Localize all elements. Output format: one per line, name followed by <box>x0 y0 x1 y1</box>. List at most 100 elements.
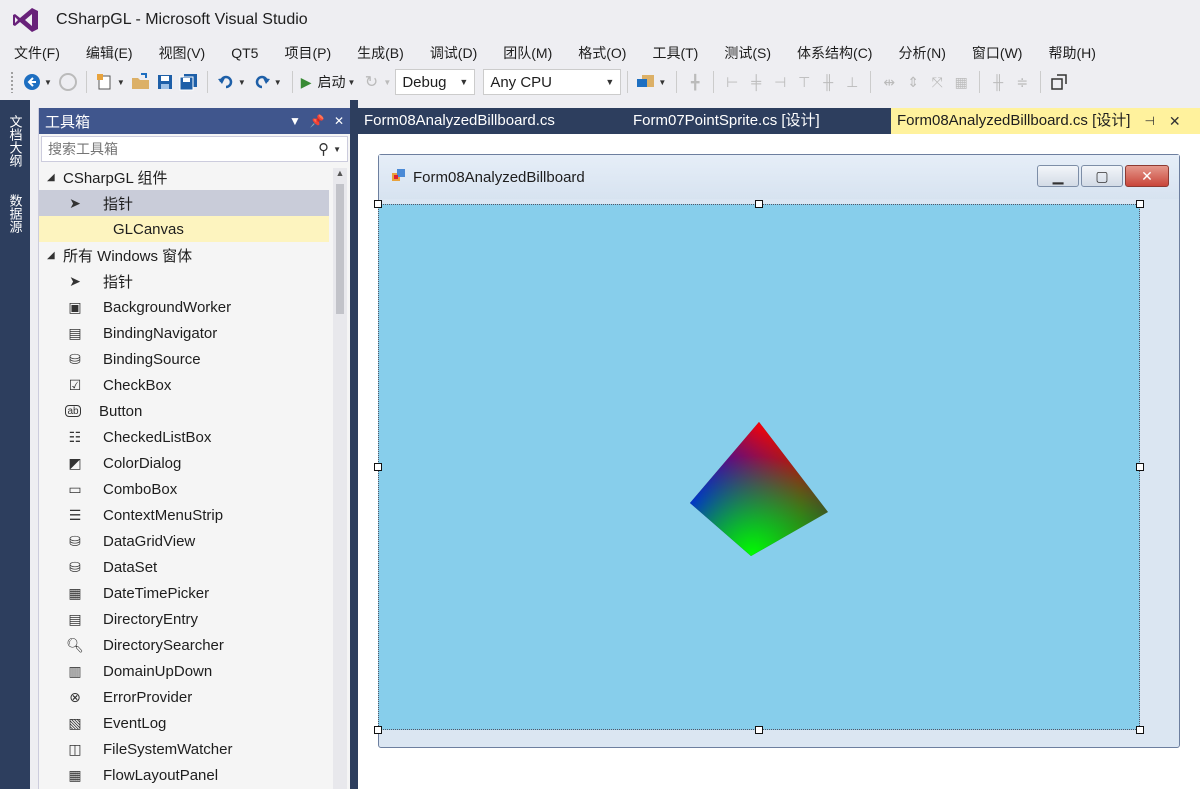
resize-handle[interactable] <box>374 726 382 734</box>
search-icon[interactable]: ⚲ <box>318 140 329 158</box>
menu-debug[interactable]: 调试(D) <box>417 41 490 65</box>
resize-handle[interactable] <box>374 463 382 471</box>
find-in-files-icon[interactable] <box>636 70 656 94</box>
menu-analyze[interactable]: 分析(N) <box>885 41 958 65</box>
toolbox-item-backgroundworker[interactable]: ▣ BackgroundWorker <box>39 294 329 320</box>
vertical-spacing-icon[interactable]: ≑ <box>1012 70 1032 94</box>
toolbox-item-flowlayoutpanel[interactable]: ▦ FlowLayoutPanel <box>39 762 329 788</box>
platform-select[interactable]: Any CPU ▼ <box>483 69 622 95</box>
minimize-icon[interactable]: ▁ <box>1037 165 1079 187</box>
align-lefts-icon[interactable]: ⊢ <box>722 70 742 94</box>
toolbox-item-pointer[interactable]: ➤ 指针 <box>39 190 329 216</box>
chevron-down-icon[interactable]: ▼ <box>658 78 666 87</box>
menu-qt5[interactable]: QT5 <box>218 41 271 65</box>
make-same-size-icon[interactable]: ⤧ <box>927 70 947 94</box>
chevron-down-icon[interactable]: ▼ <box>333 145 341 154</box>
toolbox-item-bindingsource[interactable]: ⛁ BindingSource <box>39 346 329 372</box>
toolbox-item-filesystemwatcher[interactable]: ◫ FileSystemWatcher <box>39 736 329 762</box>
menu-window[interactable]: 窗口(W) <box>959 41 1036 65</box>
tab-order-icon[interactable] <box>1049 70 1069 94</box>
pin-icon[interactable]: 📌 <box>306 114 328 128</box>
tab-form08-code[interactable]: Form08AnalyzedBillboard.cs <box>358 108 561 134</box>
start-button[interactable]: ▶ 启动 <box>301 70 346 94</box>
toolbar-grip[interactable] <box>10 71 14 93</box>
toolbox-item-directorysearcher[interactable]: 🔍︎ DirectorySearcher <box>39 632 329 658</box>
close-icon[interactable]: ✕ <box>1125 165 1169 187</box>
scroll-up-icon[interactable]: ▲ <box>333 168 347 178</box>
align-centers-icon[interactable]: ╪ <box>746 70 766 94</box>
menu-test[interactable]: 测试(S) <box>711 41 784 65</box>
menu-view[interactable]: 视图(V) <box>146 41 219 65</box>
tab-form07-design[interactable]: Form07PointSprite.cs [设计] <box>627 108 826 134</box>
undo-icon[interactable] <box>216 70 236 94</box>
make-same-width-icon[interactable]: ⇹ <box>879 70 899 94</box>
panel-splitter[interactable] <box>350 100 358 789</box>
toolbox-item-dataset[interactable]: ⛁ DataSet <box>39 554 329 580</box>
resize-handle[interactable] <box>1136 463 1144 471</box>
chevron-down-icon[interactable]: ▼ <box>274 78 282 87</box>
tab-data-sources[interactable]: 数据源 <box>0 182 30 244</box>
resize-handle[interactable] <box>1136 726 1144 734</box>
close-icon[interactable]: ✕ <box>328 114 350 128</box>
toolbox-item-button[interactable]: ab Button <box>39 398 329 424</box>
tab-document-outline[interactable]: 文档大纲 <box>0 106 30 176</box>
redo-icon[interactable] <box>252 70 272 94</box>
save-icon[interactable] <box>155 70 175 94</box>
navigate-back-icon[interactable] <box>22 70 42 94</box>
toolbox-group-csharpgl[interactable]: ◢ CSharpGL 组件 <box>39 164 329 190</box>
toolbox-scrollbar[interactable]: ▲ <box>333 168 347 789</box>
navigate-forward-icon[interactable] <box>58 70 78 94</box>
horizontal-spacing-icon[interactable]: ╫ <box>988 70 1008 94</box>
open-file-icon[interactable] <box>131 70 151 94</box>
new-project-icon[interactable] <box>95 70 115 94</box>
toolbox-item-errorprovider[interactable]: ⊗ ErrorProvider <box>39 684 329 710</box>
menu-edit[interactable]: 编辑(E) <box>73 41 146 65</box>
toolbox-group-all-windows-forms[interactable]: ◢ 所有 Windows 窗体 <box>39 242 329 268</box>
align-middles-icon[interactable]: ╫ <box>818 70 838 94</box>
resize-handle[interactable] <box>755 200 763 208</box>
resize-handle[interactable] <box>755 726 763 734</box>
toolbox-item-eventlog[interactable]: ▧ EventLog <box>39 710 329 736</box>
window-position-icon[interactable]: ▼ <box>284 114 306 128</box>
menu-build[interactable]: 生成(B) <box>344 41 417 65</box>
tab-form08-design[interactable]: Form08AnalyzedBillboard.cs [设计] ⊣ ✕ <box>891 108 1200 134</box>
toolbox-item-glcanvas[interactable]: GLCanvas <box>39 216 329 242</box>
chevron-down-icon[interactable]: ▼ <box>44 78 52 87</box>
menu-team[interactable]: 团队(M) <box>490 41 565 65</box>
chevron-down-icon[interactable]: ▼ <box>383 78 391 87</box>
toolbox-item-datetimepicker[interactable]: ▦ DateTimePicker <box>39 580 329 606</box>
size-to-grid-icon[interactable]: ▦ <box>951 70 971 94</box>
toolbox-item-domainupdown[interactable]: ▥ DomainUpDown <box>39 658 329 684</box>
menu-architecture[interactable]: 体系结构(C) <box>784 41 885 65</box>
chevron-down-icon[interactable]: ▼ <box>238 78 246 87</box>
toolbox-item-checkbox[interactable]: ☑ CheckBox <box>39 372 329 398</box>
menu-help[interactable]: 帮助(H) <box>1035 41 1108 65</box>
toolbox-item-bindingnavigator[interactable]: ▤ BindingNavigator <box>39 320 329 346</box>
menu-format[interactable]: 格式(O) <box>565 41 639 65</box>
toolbox-item-colordialog[interactable]: ◩ ColorDialog <box>39 450 329 476</box>
resize-handle[interactable] <box>1136 200 1144 208</box>
pin-icon[interactable]: ⊣ <box>1144 108 1154 134</box>
toolbox-search-input[interactable] <box>48 141 319 157</box>
toolbox-item-combobox[interactable]: ▭ ComboBox <box>39 476 329 502</box>
refresh-icon[interactable]: ↻ <box>361 70 381 94</box>
align-rights-icon[interactable]: ⊣ <box>770 70 790 94</box>
save-all-icon[interactable] <box>179 70 199 94</box>
resize-handle[interactable] <box>374 200 382 208</box>
chevron-down-icon[interactable]: ▼ <box>117 78 125 87</box>
menu-file[interactable]: 文件(F) <box>0 41 73 65</box>
menu-project[interactable]: 项目(P) <box>271 41 344 65</box>
configuration-select[interactable]: Debug ▼ <box>395 69 476 95</box>
chevron-down-icon[interactable]: ▼ <box>347 78 355 87</box>
toolbox-item-directoryentry[interactable]: ▤ DirectoryEntry <box>39 606 329 632</box>
toolbox-item-pointer[interactable]: ➤ 指针 <box>39 268 329 294</box>
menu-tools[interactable]: 工具(T) <box>639 41 711 65</box>
scrollbar-thumb[interactable] <box>336 184 344 314</box>
toolbox-item-checkedlistbox[interactable]: ☷ CheckedListBox <box>39 424 329 450</box>
align-to-grid-icon[interactable]: ╋ <box>685 70 705 94</box>
toolbox-item-contextmenustrip[interactable]: ☰ ContextMenuStrip <box>39 502 329 528</box>
align-bottoms-icon[interactable]: ⊥ <box>842 70 862 94</box>
gl-canvas[interactable] <box>374 200 1144 734</box>
make-same-height-icon[interactable]: ⇕ <box>903 70 923 94</box>
align-tops-icon[interactable]: ⊤ <box>794 70 814 94</box>
